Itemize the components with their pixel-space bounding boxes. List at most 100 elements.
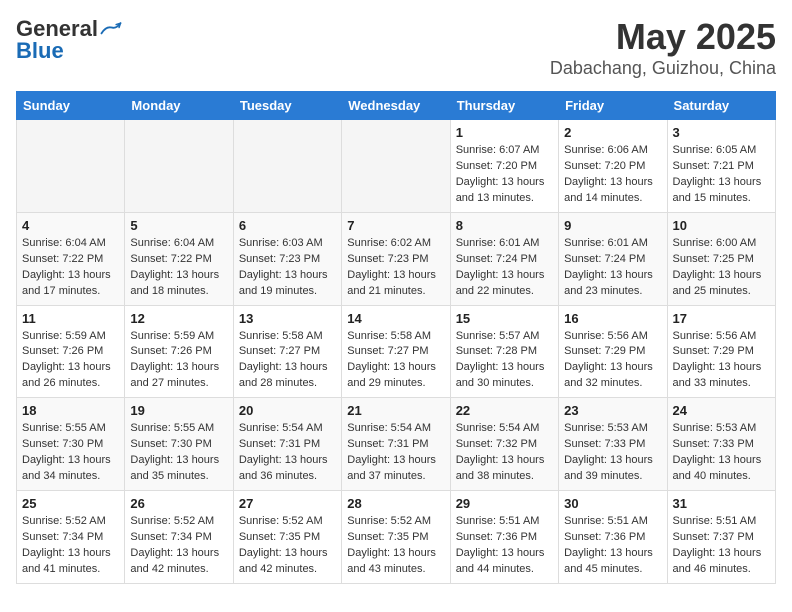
day-info: Sunrise: 6:04 AMSunset: 7:22 PMDaylight:… bbox=[130, 236, 227, 300]
day-number: 29 bbox=[456, 496, 553, 511]
day-number: 6 bbox=[239, 218, 336, 233]
calendar-cell: 2 Sunrise: 6:06 AMSunset: 7:20 PMDaylight… bbox=[559, 120, 667, 213]
calendar-cell bbox=[125, 120, 233, 213]
logo-bird-icon bbox=[100, 20, 122, 38]
day-number: 19 bbox=[130, 403, 227, 418]
calendar-cell: 1 Sunrise: 6:07 AMSunset: 7:20 PMDaylight… bbox=[450, 120, 558, 213]
week-row-3: 11 Sunrise: 5:59 AMSunset: 7:26 PMDayligh… bbox=[17, 305, 776, 398]
day-number: 21 bbox=[347, 403, 444, 418]
day-info: Sunrise: 6:07 AMSunset: 7:20 PMDaylight:… bbox=[456, 143, 553, 207]
day-number: 11 bbox=[22, 311, 119, 326]
calendar-cell: 22 Sunrise: 5:54 AMSunset: 7:32 PMDayligh… bbox=[450, 398, 558, 491]
calendar-cell: 19 Sunrise: 5:55 AMSunset: 7:30 PMDayligh… bbox=[125, 398, 233, 491]
week-row-2: 4Sunrise: 6:04 AMSunset: 7:22 PMDaylight… bbox=[17, 212, 776, 305]
column-header-friday: Friday bbox=[559, 92, 667, 120]
day-info: Sunrise: 5:52 AMSunset: 7:34 PMDaylight:… bbox=[130, 514, 227, 578]
day-number: 18 bbox=[22, 403, 119, 418]
day-number: 28 bbox=[347, 496, 444, 511]
calendar-cell: 12Sunrise: 5:59 AMSunset: 7:26 PMDayligh… bbox=[125, 305, 233, 398]
calendar-cell: 18Sunrise: 5:55 AMSunset: 7:30 PMDayligh… bbox=[17, 398, 125, 491]
column-header-monday: Monday bbox=[125, 92, 233, 120]
day-number: 1 bbox=[456, 125, 553, 140]
calendar-cell: 31 Sunrise: 5:51 AMSunset: 7:37 PMDayligh… bbox=[667, 491, 775, 584]
calendar-cell: 30 Sunrise: 5:51 AMSunset: 7:36 PMDayligh… bbox=[559, 491, 667, 584]
day-info: Sunrise: 5:58 AMSunset: 7:27 PMDaylight:… bbox=[347, 329, 444, 393]
day-info: Sunrise: 5:54 AMSunset: 7:32 PMDaylight:… bbox=[456, 421, 553, 485]
day-info: Sunrise: 5:52 AMSunset: 7:34 PMDaylight:… bbox=[22, 514, 119, 578]
calendar-cell bbox=[17, 120, 125, 213]
day-number: 7 bbox=[347, 218, 444, 233]
calendar-cell bbox=[233, 120, 341, 213]
calendar-cell: 23 Sunrise: 5:53 AMSunset: 7:33 PMDayligh… bbox=[559, 398, 667, 491]
day-info: Sunrise: 6:01 AMSunset: 7:24 PMDaylight:… bbox=[564, 236, 661, 300]
day-info: Sunrise: 5:56 AMSunset: 7:29 PMDaylight:… bbox=[673, 329, 770, 393]
day-number: 26 bbox=[130, 496, 227, 511]
day-info: Sunrise: 6:04 AMSunset: 7:22 PMDaylight:… bbox=[22, 236, 119, 300]
day-number: 2 bbox=[564, 125, 661, 140]
day-info: Sunrise: 6:03 AMSunset: 7:23 PMDaylight:… bbox=[239, 236, 336, 300]
calendar-cell: 29 Sunrise: 5:51 AMSunset: 7:36 PMDayligh… bbox=[450, 491, 558, 584]
day-info: Sunrise: 5:51 AMSunset: 7:37 PMDaylight:… bbox=[673, 514, 770, 578]
day-info: Sunrise: 6:06 AMSunset: 7:20 PMDaylight:… bbox=[564, 143, 661, 207]
logo-blue-text: Blue bbox=[16, 38, 64, 64]
calendar-cell: 20 Sunrise: 5:54 AMSunset: 7:31 PMDayligh… bbox=[233, 398, 341, 491]
day-info: Sunrise: 6:05 AMSunset: 7:21 PMDaylight:… bbox=[673, 143, 770, 207]
day-number: 31 bbox=[673, 496, 770, 511]
day-info: Sunrise: 5:54 AMSunset: 7:31 PMDaylight:… bbox=[239, 421, 336, 485]
calendar-cell: 5Sunrise: 6:04 AMSunset: 7:22 PMDaylight… bbox=[125, 212, 233, 305]
calendar-header-row: SundayMondayTuesdayWednesdayThursdayFrid… bbox=[17, 92, 776, 120]
calendar-cell: 7 Sunrise: 6:02 AMSunset: 7:23 PMDaylight… bbox=[342, 212, 450, 305]
day-number: 3 bbox=[673, 125, 770, 140]
day-info: Sunrise: 5:53 AMSunset: 7:33 PMDaylight:… bbox=[564, 421, 661, 485]
day-number: 14 bbox=[347, 311, 444, 326]
day-info: Sunrise: 6:00 AMSunset: 7:25 PMDaylight:… bbox=[673, 236, 770, 300]
calendar-cell: 13Sunrise: 5:58 AMSunset: 7:27 PMDayligh… bbox=[233, 305, 341, 398]
day-number: 17 bbox=[673, 311, 770, 326]
day-info: Sunrise: 5:51 AMSunset: 7:36 PMDaylight:… bbox=[564, 514, 661, 578]
calendar-cell bbox=[342, 120, 450, 213]
calendar-cell: 11 Sunrise: 5:59 AMSunset: 7:26 PMDayligh… bbox=[17, 305, 125, 398]
day-info: Sunrise: 5:59 AMSunset: 7:26 PMDaylight:… bbox=[22, 329, 119, 393]
day-info: Sunrise: 5:53 AMSunset: 7:33 PMDaylight:… bbox=[673, 421, 770, 485]
calendar-cell: 14 Sunrise: 5:58 AMSunset: 7:27 PMDayligh… bbox=[342, 305, 450, 398]
calendar-cell: 10 Sunrise: 6:00 AMSunset: 7:25 PMDayligh… bbox=[667, 212, 775, 305]
calendar-cell: 8 Sunrise: 6:01 AMSunset: 7:24 PMDaylight… bbox=[450, 212, 558, 305]
day-info: Sunrise: 5:54 AMSunset: 7:31 PMDaylight:… bbox=[347, 421, 444, 485]
column-header-saturday: Saturday bbox=[667, 92, 775, 120]
day-number: 15 bbox=[456, 311, 553, 326]
day-number: 22 bbox=[456, 403, 553, 418]
day-number: 9 bbox=[564, 218, 661, 233]
day-number: 30 bbox=[564, 496, 661, 511]
month-year-title: May 2025 bbox=[550, 16, 776, 58]
calendar-cell: 21 Sunrise: 5:54 AMSunset: 7:31 PMDayligh… bbox=[342, 398, 450, 491]
day-number: 8 bbox=[456, 218, 553, 233]
week-row-1: 1 Sunrise: 6:07 AMSunset: 7:20 PMDaylight… bbox=[17, 120, 776, 213]
calendar-cell: 28 Sunrise: 5:52 AMSunset: 7:35 PMDayligh… bbox=[342, 491, 450, 584]
calendar-cell: 16Sunrise: 5:56 AMSunset: 7:29 PMDayligh… bbox=[559, 305, 667, 398]
day-info: Sunrise: 5:51 AMSunset: 7:36 PMDaylight:… bbox=[456, 514, 553, 578]
day-number: 24 bbox=[673, 403, 770, 418]
week-row-5: 25 Sunrise: 5:52 AMSunset: 7:34 PMDayligh… bbox=[17, 491, 776, 584]
day-info: Sunrise: 5:55 AMSunset: 7:30 PMDaylight:… bbox=[130, 421, 227, 485]
day-number: 23 bbox=[564, 403, 661, 418]
calendar-cell: 25 Sunrise: 5:52 AMSunset: 7:34 PMDayligh… bbox=[17, 491, 125, 584]
day-number: 25 bbox=[22, 496, 119, 511]
column-header-tuesday: Tuesday bbox=[233, 92, 341, 120]
week-row-4: 18 Sunrise: 5:55 AMSunset: 7:30 PMDayligh… bbox=[17, 398, 776, 491]
day-number: 20 bbox=[239, 403, 336, 418]
day-info: Sunrise: 5:52 AMSunset: 7:35 PMDaylight:… bbox=[347, 514, 444, 578]
calendar-cell: 24 Sunrise: 5:53 AMSunset: 7:33 PMDayligh… bbox=[667, 398, 775, 491]
day-info: Sunrise: 6:01 AMSunset: 7:24 PMDaylight:… bbox=[456, 236, 553, 300]
day-number: 16 bbox=[564, 311, 661, 326]
calendar-cell: 26 Sunrise: 5:52 AMSunset: 7:34 PMDayligh… bbox=[125, 491, 233, 584]
page-header: General Blue May 2025 Dabachang, Guizhou… bbox=[16, 16, 776, 79]
logo: General Blue bbox=[16, 16, 122, 64]
day-number: 10 bbox=[673, 218, 770, 233]
calendar-cell: 4Sunrise: 6:04 AMSunset: 7:22 PMDaylight… bbox=[17, 212, 125, 305]
day-number: 27 bbox=[239, 496, 336, 511]
day-info: Sunrise: 5:52 AMSunset: 7:35 PMDaylight:… bbox=[239, 514, 336, 578]
calendar-cell: 15Sunrise: 5:57 AMSunset: 7:28 PMDayligh… bbox=[450, 305, 558, 398]
column-header-thursday: Thursday bbox=[450, 92, 558, 120]
day-number: 13 bbox=[239, 311, 336, 326]
day-info: Sunrise: 6:02 AMSunset: 7:23 PMDaylight:… bbox=[347, 236, 444, 300]
